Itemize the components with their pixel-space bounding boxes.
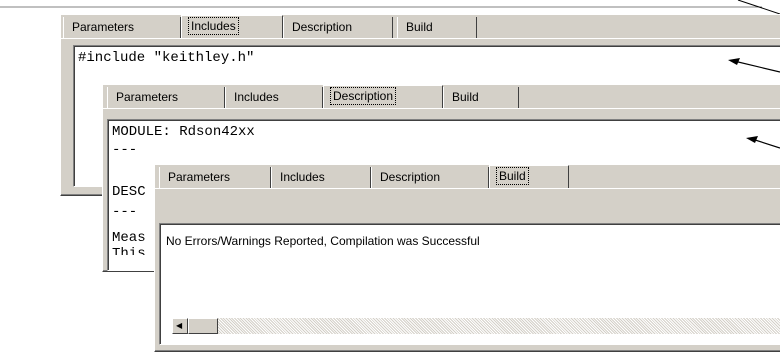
chevron-left-icon: ◀ (176, 321, 183, 330)
separator-line-2: --- (112, 204, 138, 213)
tab-bar: Parameters Includes Description Build (103, 85, 780, 109)
tab-label: Parameters (168, 170, 231, 184)
build-message: No Errors/Warnings Reported, Compilation… (166, 234, 480, 248)
tab-label: Parameters (116, 90, 179, 104)
tab-label: Parameters (72, 20, 135, 34)
callout-arrow-1 (728, 58, 780, 73)
tab-label: Description (329, 87, 397, 105)
tab-includes[interactable]: Includes (181, 15, 283, 39)
tab-label: Build (452, 90, 479, 104)
scroll-left-button[interactable]: ◀ (172, 318, 188, 334)
tab-parameters[interactable]: Parameters (159, 167, 271, 188)
tab-label: Build (406, 20, 433, 34)
desc-line: DESC (112, 184, 146, 200)
tab-label: Build (496, 167, 529, 185)
meas-line: Meas (112, 230, 146, 246)
window-build: Parameters Includes Description Build No… (154, 164, 780, 352)
separator-line: --- (112, 142, 138, 151)
build-output[interactable]: No Errors/Warnings Reported, Compilation… (159, 223, 780, 345)
tab-label: Description (292, 20, 353, 34)
tab-description[interactable]: Description (283, 17, 393, 38)
tab-bar: Parameters Includes Description Build (155, 165, 780, 189)
tab-description[interactable]: Description (371, 167, 489, 188)
tab-label: Includes (188, 17, 239, 35)
tab-build[interactable]: Build (397, 17, 477, 38)
tab-parameters[interactable]: Parameters (107, 87, 225, 108)
horizontal-scrollbar[interactable]: ◀ (172, 318, 780, 334)
tab-label: Includes (280, 170, 325, 184)
tab-description[interactable]: Description (323, 85, 443, 109)
tab-includes[interactable]: Includes (225, 87, 323, 108)
tab-build[interactable]: Build (443, 87, 519, 108)
tab-bar: Parameters Includes Description Build (61, 15, 780, 39)
tab-label: Includes (234, 90, 279, 104)
tab-includes[interactable]: Includes (271, 167, 371, 188)
tab-label: Description (380, 170, 441, 184)
tab-parameters[interactable]: Parameters (63, 17, 181, 38)
include-line: #include "keithley.h" (78, 50, 255, 66)
this-line: This (112, 246, 146, 255)
tab-build[interactable]: Build (489, 165, 569, 189)
callout-arrow-2 (746, 136, 780, 149)
module-line: MODULE: Rdson42xx (112, 124, 255, 140)
scroll-thumb[interactable] (188, 318, 218, 334)
